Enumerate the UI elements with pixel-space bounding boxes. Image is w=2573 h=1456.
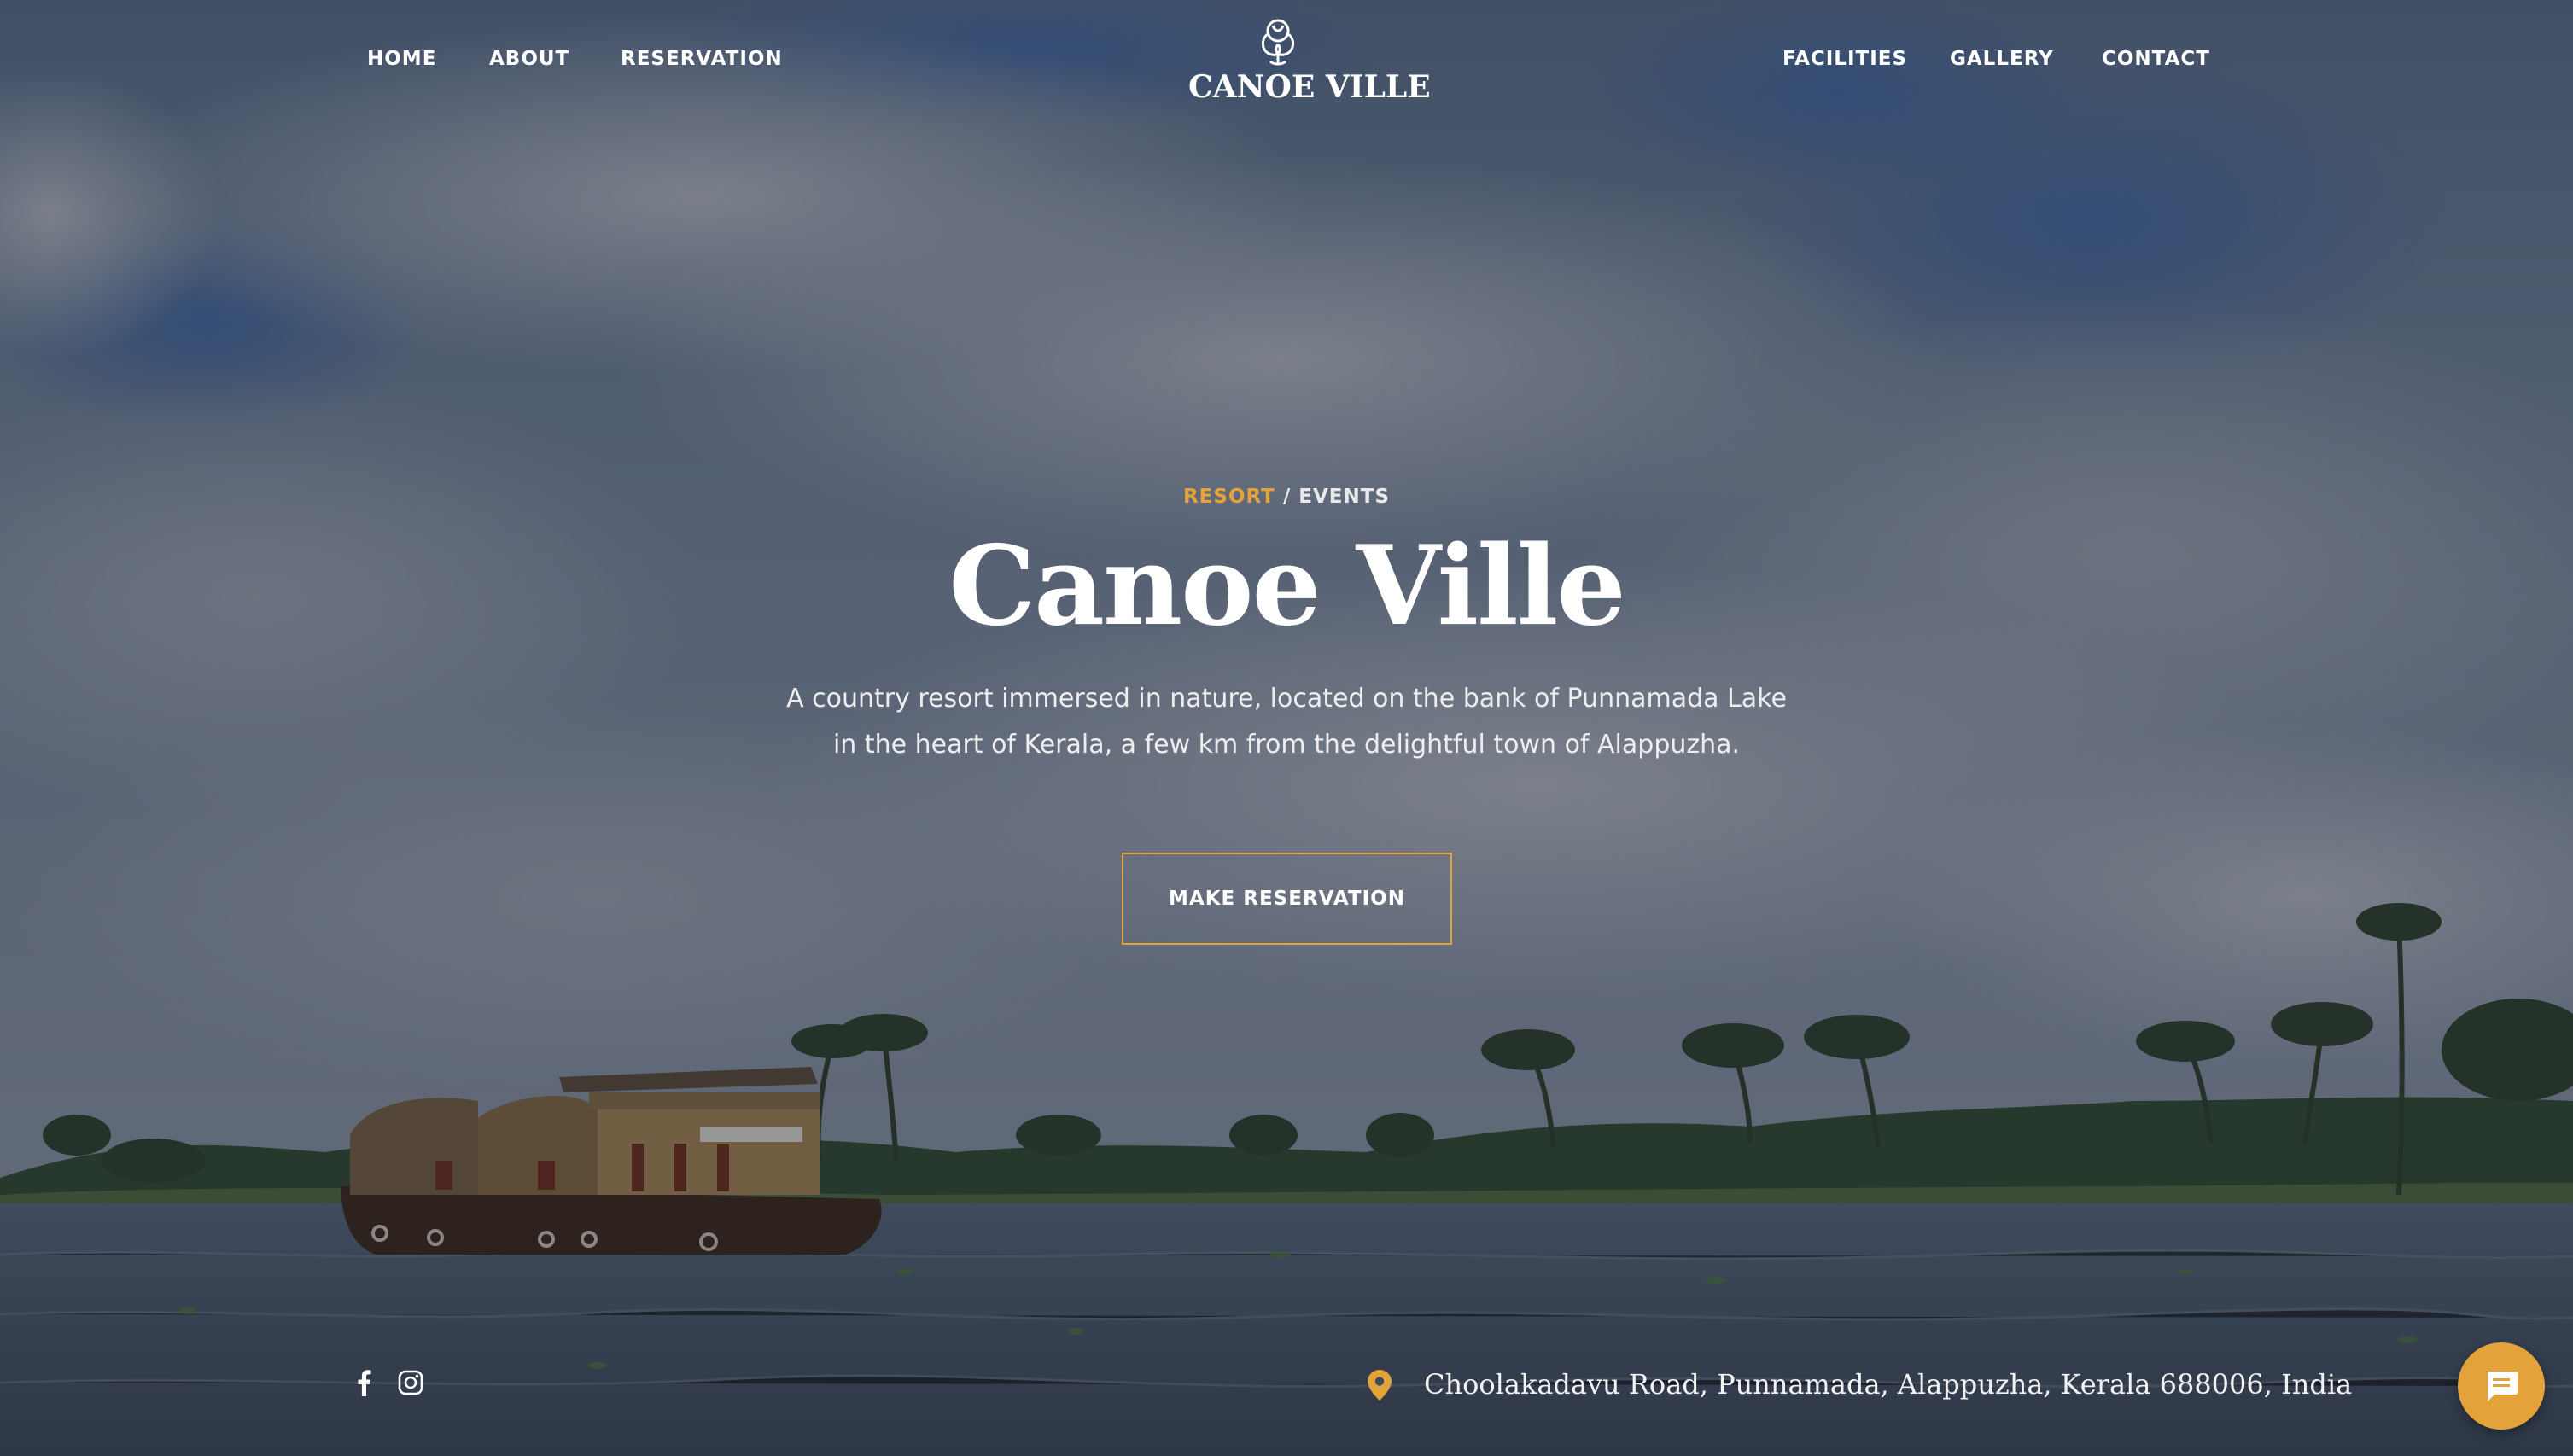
logo-wordmark: CANOE VILLE (1188, 69, 1431, 105)
hero-eyebrow: RESORT / EVENTS (0, 483, 2573, 510)
hero-title: Canoe Ville (948, 522, 1626, 650)
eyebrow-events: EVENTS (1298, 486, 1391, 508)
nav-gallery-link[interactable]: GALLERY (1950, 43, 2054, 75)
ornamental-monogram-icon (1261, 19, 1295, 66)
map-pin-icon (1368, 1370, 1392, 1401)
eyebrow-resort: RESORT (1182, 486, 1275, 508)
page: HOME ABOUT RESERVATION CANOE VILLE FACIL… (0, 0, 2573, 1456)
instagram-icon (398, 1370, 423, 1395)
site-logo[interactable]: CANOE VILLE (1188, 14, 1431, 108)
nav-about-link[interactable]: ABOUT (489, 43, 569, 75)
make-reservation-button[interactable]: MAKE RESERVATION (1122, 853, 1452, 945)
nav-facilities-link[interactable]: FACILITIES (1782, 43, 1907, 75)
nav-contact-link[interactable]: CONTACT (2102, 43, 2210, 75)
resort-address: Choolakadavu Road, Punnamada, Alappuzha,… (1424, 1368, 2353, 1401)
hero-description-line-2: in the heart of Kerala, a few km from th… (832, 730, 1741, 760)
chat-icon (2488, 1372, 2518, 1401)
facebook-link[interactable] (348, 1367, 379, 1398)
hero-description: A country resort immersed in nature, loc… (774, 676, 1799, 768)
nav-home-link[interactable]: HOME (367, 43, 436, 75)
eyebrow-separator: / (1275, 486, 1299, 508)
hero-description-line-1: A country resort immersed in nature, loc… (786, 684, 1787, 713)
nav-reservation-link[interactable]: RESERVATION (621, 43, 783, 75)
instagram-link[interactable] (395, 1367, 426, 1398)
facebook-icon (358, 1370, 371, 1396)
chat-widget-button[interactable] (2458, 1342, 2545, 1430)
